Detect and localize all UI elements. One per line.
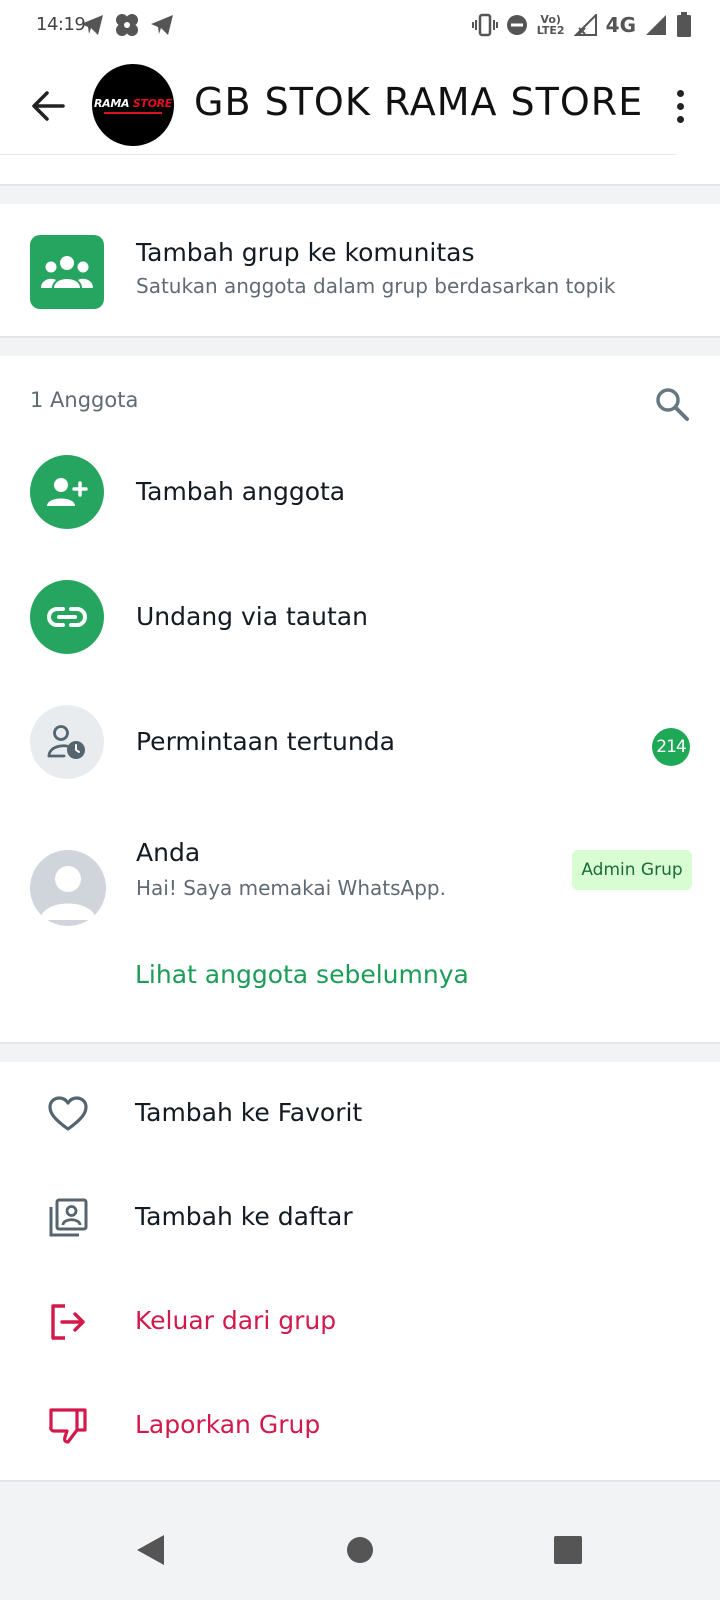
add-member-label: Tambah anggota <box>136 477 346 506</box>
invite-link-label: Undang via tautan <box>136 602 368 631</box>
network-icon <box>644 14 668 36</box>
volte-icon: Vo) LTE2 <box>536 13 565 37</box>
navigation-bar <box>0 1500 720 1600</box>
exit-group-row[interactable]: Keluar dari grup <box>0 1270 720 1374</box>
member-status: Hai! Saya memakai WhatsApp. <box>136 876 446 900</box>
nav-back-button[interactable] <box>128 1528 172 1572</box>
community-title: Tambah grup ke komunitas <box>136 238 475 267</box>
see-previous-members-link[interactable]: Lihat anggota sebelumnya <box>135 960 469 989</box>
more-vert-dot <box>676 102 684 110</box>
add-to-favorites-row[interactable]: Tambah ke Favorit <box>0 1062 720 1166</box>
heart-icon <box>46 1092 90 1136</box>
vibrate-icon <box>471 13 498 37</box>
triangle-back-icon <box>137 1535 164 1565</box>
back-button[interactable] <box>26 84 70 128</box>
report-group-label: Laporkan Grup <box>135 1410 321 1439</box>
status-bar: 14:19 Vo) LTE2 4G <box>0 0 720 54</box>
pending-requests-row[interactable]: Permintaan tertunda 214 <box>0 690 720 808</box>
nav-home-button[interactable] <box>338 1528 382 1572</box>
pinwheel-icon <box>114 12 140 38</box>
default-avatar-icon <box>40 866 96 920</box>
exit-icon <box>46 1300 90 1344</box>
admin-badge: Admin Grup <box>572 850 692 890</box>
list-add-icon <box>46 1196 90 1240</box>
add-to-list-label: Tambah ke daftar <box>135 1202 353 1231</box>
add-to-community-row[interactable]: Tambah grup ke komunitas Satukan anggota… <box>0 204 720 338</box>
add-to-list-row[interactable]: Tambah ke daftar <box>0 1166 720 1270</box>
signal-icon <box>573 14 598 36</box>
search-icon <box>656 388 689 421</box>
more-options-button[interactable] <box>670 84 690 128</box>
group-avatar[interactable]: RAMA STORE <box>92 64 174 146</box>
app-bar: RAMA STORE GB STOK RAMA STORE <box>0 54 720 186</box>
logo-text-white: RAMA <box>93 96 130 110</box>
more-vert-icon <box>676 89 684 97</box>
member-name[interactable]: Anda <box>136 838 200 867</box>
appbar-divider <box>0 154 676 155</box>
more-vert-dot <box>676 115 684 123</box>
group-name[interactable]: GB STOK RAMA STORE <box>194 80 643 124</box>
search-members-button[interactable] <box>652 384 692 424</box>
community-subtitle: Satukan anggota dalam grup berdasarkan t… <box>136 274 616 298</box>
circle-home-icon <box>347 1537 373 1563</box>
community-icon <box>30 235 104 309</box>
members-section: 1 Anggota Tambah anggota Undang via taut… <box>0 356 720 1044</box>
member-avatar[interactable] <box>30 850 106 926</box>
report-group-row[interactable]: Laporkan Grup <box>0 1374 720 1478</box>
add-to-favorites-label: Tambah ke Favorit <box>135 1098 363 1127</box>
member-count: 1 Anggota <box>30 388 139 412</box>
do-not-disturb-icon <box>506 14 528 36</box>
add-person-icon <box>30 455 104 529</box>
group-actions: Tambah ke Favorit Tambah ke daftar Kelua… <box>0 1062 720 1482</box>
square-recents-icon <box>554 1536 582 1564</box>
pending-person-icon <box>30 705 104 779</box>
battery-icon <box>676 12 692 38</box>
exit-group-label: Keluar dari grup <box>135 1306 337 1335</box>
invite-link-row[interactable]: Undang via tautan <box>0 565 720 683</box>
pending-count-badge: 214 <box>652 728 690 766</box>
pending-requests-label: Permintaan tertunda <box>136 727 395 756</box>
link-icon <box>30 580 104 654</box>
status-time: 14:19 <box>36 14 86 35</box>
logo-underline <box>104 111 162 114</box>
nav-recents-button[interactable] <box>546 1528 590 1572</box>
add-member-row[interactable]: Tambah anggota <box>0 440 720 558</box>
telegram-icon <box>80 14 104 36</box>
arrow-left-icon <box>32 91 65 121</box>
thumbs-down-icon <box>46 1404 90 1448</box>
network-label: 4G <box>605 13 636 37</box>
telegram-icon <box>150 14 174 36</box>
rama-store-logo: RAMA STORE <box>94 97 172 110</box>
logo-text-red: STORE <box>132 96 173 110</box>
